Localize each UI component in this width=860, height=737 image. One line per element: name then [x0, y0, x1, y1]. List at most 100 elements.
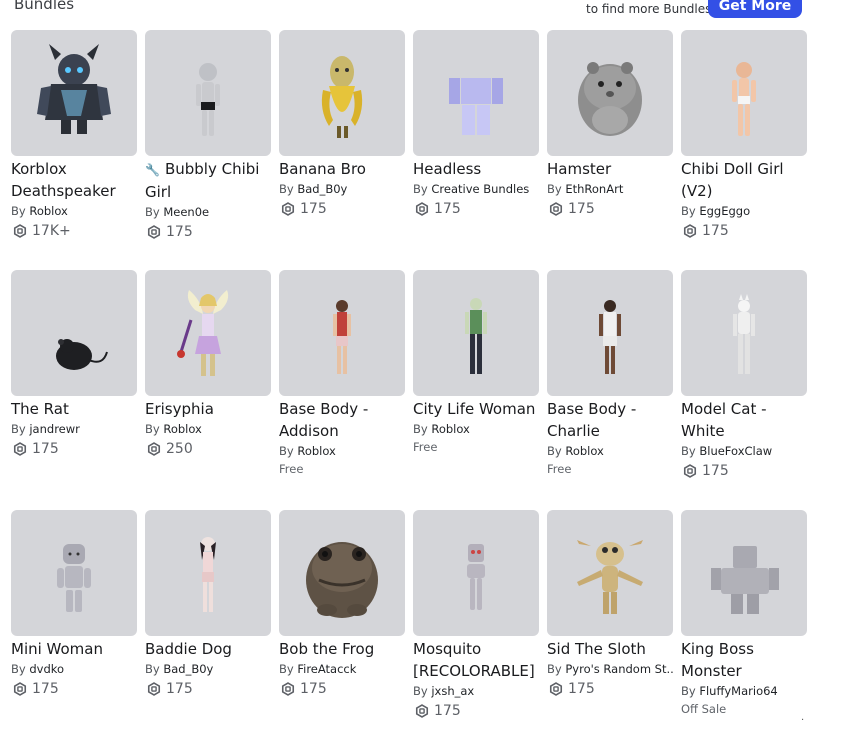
bundle-price: 175 — [11, 678, 137, 700]
bundle-price: 175 — [145, 678, 271, 700]
bundle-card[interactable]: Korblox Deathspeaker By Roblox 17K+ — [11, 30, 137, 260]
bundle-price: 175 — [413, 198, 539, 220]
bundle-row: Korblox Deathspeaker By Roblox 17K+ 🔧 Bubbly… — [11, 30, 811, 270]
bundle-name[interactable]: Mosquito [RECOLORABLE] — [413, 638, 539, 682]
rat-thumbnail[interactable] — [11, 270, 137, 396]
bundle-status: Free — [547, 462, 572, 476]
creator-link[interactable]: Roblox — [29, 204, 68, 218]
bundle-name[interactable]: Chibi Doll Girl (V2) — [681, 158, 807, 202]
mini-woman-thumbnail[interactable] — [11, 510, 137, 636]
creator-link[interactable]: Bad_B0y — [297, 182, 347, 196]
bundle-name[interactable]: Sid The Sloth — [547, 638, 673, 660]
creator-link[interactable]: BlueFoxClaw — [699, 444, 772, 458]
banana-bro-thumbnail[interactable] — [279, 30, 405, 156]
creator-link[interactable]: jandrewr — [29, 422, 80, 436]
bundle-creator: By Creative Bundles — [413, 182, 530, 196]
bundle-card[interactable]: Banana Bro By Bad_B0y 175 — [279, 30, 405, 260]
bundle-grid: Korblox Deathspeaker By Roblox 17K+ 🔧 Bubbly… — [11, 30, 811, 737]
bundle-name[interactable]: Headless — [413, 158, 539, 180]
creator-link[interactable]: Creative Bundles — [431, 182, 529, 196]
creator-link[interactable]: Bad_B0y — [163, 662, 213, 676]
bundle-name[interactable]: City Life Woman — [413, 398, 539, 420]
bundle-card[interactable]: Headless By Creative Bundles 175 — [413, 30, 539, 260]
bundle-name[interactable]: Erisyphia — [145, 398, 271, 420]
creator-link[interactable]: FireAtacck — [297, 662, 356, 676]
bundle-card[interactable]: 🔧 Bubbly Chibi Girl By Meen0e 175 — [145, 30, 271, 260]
bundle-card[interactable]: Mini Woman By dvdko 175 — [11, 510, 137, 737]
bundle-name[interactable]: Banana Bro — [279, 158, 405, 180]
frog-thumbnail[interactable] — [279, 510, 405, 636]
creator-link[interactable]: Roblox — [565, 444, 604, 458]
erisyphia-thumbnail[interactable] — [145, 270, 271, 396]
bundle-card[interactable]: Bob the Frog By FireAtacck 175 — [279, 510, 405, 737]
bundle-card[interactable]: Chibi Doll Girl (V2) By EggEggo 175 — [681, 30, 807, 260]
king-boss-monster-thumbnail[interactable] — [681, 510, 807, 636]
chibi-doll-girl-thumbnail[interactable] — [681, 30, 807, 156]
bundle-price: 175 — [145, 221, 271, 243]
bundle-creator: By EggEggo — [681, 204, 751, 218]
get-more-button[interactable]: Get More — [708, 0, 802, 18]
bundle-row: The Rat By jandrewr 175 Erisyphia By Roblox 2… — [11, 270, 811, 510]
creator-link[interactable]: FluffyMario64 — [699, 684, 777, 698]
bundle-creator: By Bad_B0y — [279, 182, 348, 196]
bundle-creator: By jxsh_ax — [413, 684, 475, 698]
charlie-thumbnail[interactable] — [547, 270, 673, 396]
section-header: Bundles to find more Bundles! Get More — [0, 0, 860, 22]
headless-thumbnail[interactable] — [413, 30, 539, 156]
bundle-card[interactable]: Erisyphia By Roblox 250 — [145, 270, 271, 500]
bundle-card[interactable]: City Life Woman By Roblox Free — [413, 270, 539, 500]
bundle-price: 175 — [279, 678, 405, 700]
hamster-thumbnail[interactable] — [547, 30, 673, 156]
bundle-name[interactable]: Baddie Dog — [145, 638, 271, 660]
bundle-name[interactable]: 🔧 Bubbly Chibi Girl — [145, 158, 271, 203]
creator-link[interactable]: EthRonArt — [565, 182, 623, 196]
city-life-woman-thumbnail[interactable] — [413, 270, 539, 396]
korblox-deathspeaker-thumbnail[interactable] — [11, 30, 137, 156]
mosquito-thumbnail[interactable] — [413, 510, 539, 636]
sloth-thumbnail[interactable] — [547, 510, 673, 636]
baddie-dog-thumbnail[interactable] — [145, 510, 271, 636]
creator-link[interactable]: jxsh_ax — [431, 684, 474, 698]
bundle-card[interactable]: King Boss Monster By FluffyMario64 Off Sal… — [681, 510, 807, 737]
bundle-card[interactable]: Model Cat - White By BlueFoxClaw 175 — [681, 270, 807, 500]
bundle-row: Mini Woman By dvdko 175 Baddie Dog By Bad_B0… — [11, 510, 811, 737]
robux-icon — [145, 442, 166, 456]
bundle-card[interactable]: Base Body - Charlie By Roblox Free — [547, 270, 673, 500]
bundle-card[interactable]: Hamster By EthRonArt 175 — [547, 30, 673, 260]
bundle-card[interactable]: Mosquito [RECOLORABLE] By jxsh_ax 175 — [413, 510, 539, 737]
creator-link[interactable]: dvdko — [29, 662, 64, 676]
addison-thumbnail[interactable] — [279, 270, 405, 396]
creator-link[interactable]: Pyro's Random St... — [565, 662, 673, 676]
bundle-creator: By FluffyMario64 — [681, 684, 778, 698]
bundle-name[interactable]: Base Body - Charlie — [547, 398, 673, 442]
bundle-name[interactable]: The Rat — [11, 398, 137, 420]
robux-icon — [547, 202, 568, 216]
bundle-price: 175 — [279, 198, 405, 220]
bundle-name[interactable]: King Boss Monster — [681, 638, 807, 682]
bundle-creator: By Pyro's Random St... — [547, 660, 673, 678]
creator-link[interactable]: EggEggo — [699, 204, 750, 218]
bundle-name[interactable]: Bob the Frog — [279, 638, 405, 660]
bubbly-chibi-girl-thumbnail[interactable] — [145, 30, 271, 156]
model-cat-thumbnail[interactable] — [681, 270, 807, 396]
bundle-name[interactable]: Korblox Deathspeaker — [11, 158, 137, 202]
creator-link[interactable]: Roblox — [163, 422, 202, 436]
bundle-card[interactable]: Sid The Sloth By Pyro's Random St... 175 — [547, 510, 673, 737]
bundle-name[interactable]: Model Cat - White — [681, 398, 807, 442]
bundle-name[interactable]: Mini Woman — [11, 638, 137, 660]
creator-link[interactable]: Meen0e — [163, 205, 209, 219]
bundle-card[interactable]: The Rat By jandrewr 175 — [11, 270, 137, 500]
bundle-creator: By Roblox — [145, 422, 202, 436]
robux-icon — [11, 682, 32, 696]
creator-link[interactable]: Roblox — [431, 422, 470, 436]
bundle-name[interactable]: Base Body - Addison — [279, 398, 405, 442]
bundle-name[interactable]: Hamster — [547, 158, 673, 180]
bundle-card[interactable]: Baddie Dog By Bad_B0y 175 — [145, 510, 271, 737]
robux-icon — [11, 442, 32, 456]
bundle-creator: By Meen0e — [145, 205, 210, 219]
scroll-indicator: . — [801, 712, 805, 723]
bundle-card[interactable]: Base Body - Addison By Roblox Free — [279, 270, 405, 500]
bundle-price: 175 — [681, 460, 807, 482]
creator-link[interactable]: Roblox — [297, 444, 336, 458]
bundle-creator: By jandrewr — [11, 422, 80, 436]
